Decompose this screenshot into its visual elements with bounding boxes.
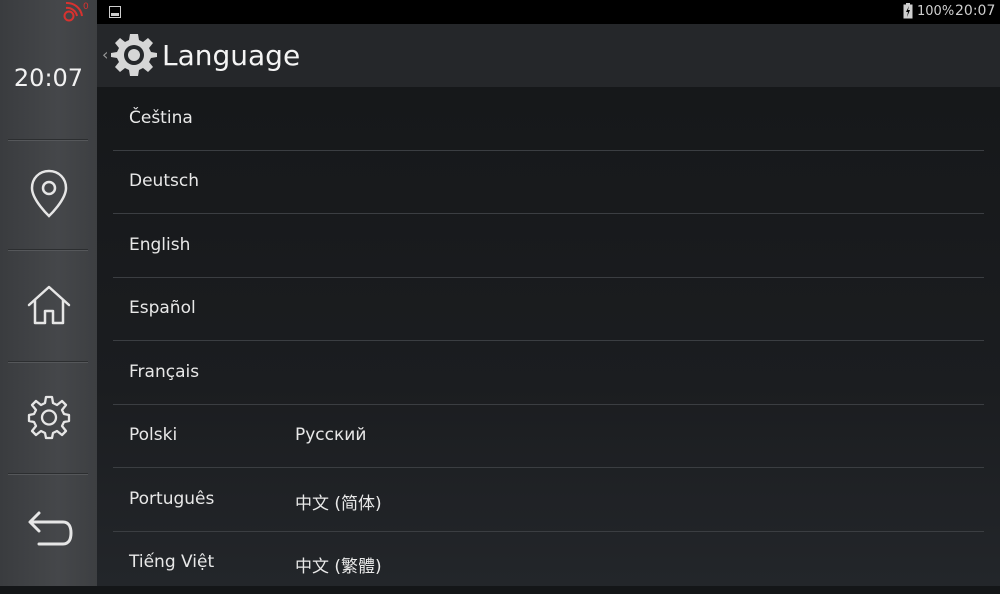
list-item[interactable]: Français bbox=[113, 341, 984, 405]
back-arrow-icon bbox=[28, 511, 73, 545]
settings-app-icon bbox=[111, 34, 157, 76]
list-item[interactable]: Tiếng Việt 中文 (繁體) bbox=[113, 531, 984, 594]
status-bar: 100% 20:07 bbox=[97, 0, 1000, 24]
language-label: Čeština bbox=[129, 108, 193, 128]
language-label[interactable]: Русский bbox=[295, 425, 366, 445]
status-clock: 20:07 bbox=[955, 3, 996, 19]
list-item[interactable]: Español bbox=[113, 277, 984, 341]
chevron-left-icon: ‹ bbox=[102, 45, 109, 64]
language-label: Français bbox=[129, 362, 200, 382]
home-button[interactable] bbox=[0, 249, 97, 361]
language-label[interactable]: 中文 (简体) bbox=[295, 489, 382, 514]
list-item[interactable]: Polski Русский bbox=[113, 404, 984, 468]
list-item[interactable]: English bbox=[113, 214, 984, 278]
svg-text:0: 0 bbox=[83, 2, 89, 12]
list-item[interactable]: Deutsch bbox=[113, 150, 984, 214]
page-title: Language bbox=[162, 39, 301, 72]
home-icon bbox=[27, 285, 70, 325]
language-label: Deutsch bbox=[129, 171, 199, 191]
language-list: Čeština Deutsch English Español Français… bbox=[97, 87, 1000, 586]
navigation-dock: 0 20:07 bbox=[0, 0, 98, 586]
battery-percentage: 100% bbox=[917, 4, 955, 19]
list-item[interactable]: Português 中文 (简体) bbox=[113, 468, 984, 532]
language-label: English bbox=[129, 235, 191, 255]
list-item[interactable]: Čeština bbox=[113, 87, 984, 151]
location-pin-icon bbox=[30, 169, 67, 218]
cast-icon: 0 bbox=[63, 1, 89, 22]
settings-button[interactable] bbox=[0, 361, 97, 473]
action-bar: ‹ Language bbox=[97, 24, 1000, 87]
language-label: Español bbox=[129, 298, 196, 318]
language-label[interactable]: 中文 (繁體) bbox=[295, 552, 382, 577]
language-label[interactable]: Polski bbox=[129, 425, 177, 445]
dock-clock: 20:07 bbox=[13, 64, 84, 92]
back-button[interactable] bbox=[0, 473, 97, 586]
image-notification-icon bbox=[109, 6, 121, 18]
language-label[interactable]: Português bbox=[129, 489, 214, 509]
location-button[interactable] bbox=[0, 139, 97, 249]
gear-icon bbox=[27, 395, 70, 440]
language-label[interactable]: Tiếng Việt bbox=[129, 552, 214, 572]
battery-charging-icon bbox=[903, 3, 913, 19]
